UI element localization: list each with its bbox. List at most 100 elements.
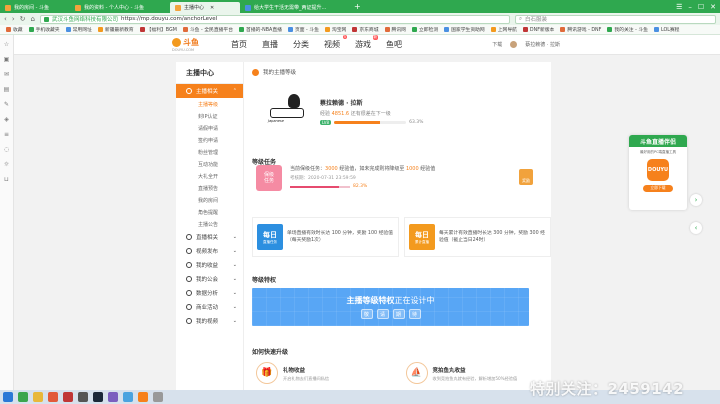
browser-icon[interactable] [18,392,28,402]
download-button[interactable]: 下载 [492,41,502,48]
list-icon[interactable]: ≡ [3,131,10,138]
new-tab-icon[interactable]: + [350,2,365,11]
reward-icon[interactable]: 奖励 [519,169,533,185]
bookmark-label: 首播的-NBA直播 [246,28,282,33]
bookmark-item[interactable]: LOL赛程 [653,26,679,33]
note-icon[interactable]: ✎ [3,101,10,108]
steam-icon[interactable] [93,392,103,402]
bookmark-item[interactable]: DNF新版本 [522,26,554,33]
sidebar-group[interactable]: 我的收益 ⌄ [176,258,243,272]
game-icon[interactable]: ◈ [3,116,10,123]
nav-category[interactable]: 分类 [293,39,309,50]
folder-icon[interactable] [33,392,43,402]
bookmark-item[interactable]: 腾讯网 [384,26,406,33]
scroll-down-icon[interactable]: ‹ [690,222,702,234]
nav-video[interactable]: 视频 5 [324,35,347,50]
video-player-icon[interactable] [78,392,88,402]
bookmark-item[interactable]: 立即检测 [411,26,438,33]
sidebar-item[interactable]: 我的房间 [176,194,243,206]
sidebar-item[interactable]: 请假申请 [176,122,243,134]
level-progress-row: LV8 63.3% [320,119,423,125]
bookmark-label: 上网导航 [497,28,517,33]
douyu-logo[interactable]: 斗鱼 DOUYU.COM [172,37,208,53]
browser-search-input[interactable]: ⌕ 白石服装 [514,14,716,24]
bookmark-item[interactable]: 页面 - 斗鱼 [287,26,319,33]
companion-app-ad[interactable]: 斗鱼直播伴侣 最好用的PC端直播工具 DOUYU 立即下载 [629,135,687,210]
book-icon[interactable]: ▤ [3,86,10,93]
sidebar-item[interactable]: 签约申请 [176,134,243,146]
maximize-icon[interactable]: ☐ [698,3,704,11]
upgrade-method: ⛵ 竞拍鱼丸收益 收到竞拍鱼丸就有经验，解析增加50%经验值 [402,358,552,388]
bookmarks-bar: 收藏 手机收藏夹 常用网址 新疆最新教育 【福利】BGM 斗鱼 - 全民直播平台 首播的-N… [0,25,720,35]
sidebar-group[interactable]: 商业活动 ⌄ [176,300,243,314]
sidebar-group[interactable]: 我的公会 ⌄ [176,272,243,286]
sidebar-item[interactable]: 主播公告 [176,218,243,230]
app-icon[interactable] [48,392,58,402]
windows-start-icon[interactable] [3,392,13,402]
tool-icon[interactable] [153,392,163,402]
sidebar-item[interactable]: 粉丝管理 [176,146,243,158]
sidebar-item[interactable]: 主播等级 [176,98,243,110]
star-icon[interactable]: ☆ [3,41,10,48]
music-icon[interactable] [63,392,73,402]
nav-home[interactable]: 首页 [231,39,247,50]
bookmark-item[interactable]: 手机收藏夹 [28,26,60,33]
avatar[interactable] [510,41,518,48]
douyu-favicon-icon [5,4,11,11]
sidebar-group[interactable]: 直播相关 ⌄ [176,230,243,244]
user-name[interactable]: 蔡拉赖德 · 拉斯 [525,41,560,48]
close-window-icon[interactable]: ✕ [710,3,716,11]
download-app-button[interactable]: 立即下载 [643,184,673,192]
bookmark-item[interactable]: 淘宝网 [324,26,346,33]
browser-tab-3[interactable]: 主播中心 ✕ [170,2,240,13]
bookmark-label: 收藏 [13,28,23,33]
sidebar-item[interactable]: 大礼全开 [176,170,243,182]
bookmark-item[interactable]: 斗鱼 - 全民直播平台 [182,26,233,33]
bookmark-item[interactable]: 我的关注 - 斗鱼 [607,26,648,33]
browser-tab-4[interactable]: 给大学生干活无需带_两证提升... [240,2,350,13]
chat-icon[interactable]: ◌ [3,146,10,153]
browser-tab-2[interactable]: 我的资料 - 个人中心 - 斗鱼 [70,2,170,13]
video-icon[interactable]: ▣ [3,56,10,63]
cart-icon[interactable]: ⊔ [3,176,10,183]
nav-yuba[interactable]: 鱼吧 [386,39,402,50]
daily-task-card: 每日 累计直播 每天累计有效直播时长达 300 分钟，奖励 300 经验值（截止当日… [404,217,551,257]
game-icon[interactable] [108,392,118,402]
bookmark-item[interactable]: 【福利】BGM [139,26,177,33]
back-icon[interactable]: ‹ [4,15,7,23]
daily-tasks: 每日 直播任务 单场直播有效时长达 100 分钟，奖励 100 经验值（每天奖励1次… [252,217,551,257]
nav-live[interactable]: 直播 [262,39,278,50]
url-field[interactable]: 武汉斗鱼网络科技有限公司 https://mp.douyu.com/anchor… [39,14,510,24]
sidebar-group[interactable]: 视频发布 ⌄ [176,244,243,258]
bookmark-item[interactable]: 收藏 [6,26,23,33]
browser-tab-1[interactable]: 我的房间 - 斗鱼 [0,2,70,13]
home-icon[interactable]: ⌂ [31,15,35,23]
sidebar-item[interactable]: 互动功能 [176,158,243,170]
sidebar-item[interactable]: 角色提醒 [176,206,243,218]
refresh-icon[interactable]: ↻ [20,15,26,23]
minimize-icon[interactable]: – [688,3,692,11]
bookmark-item[interactable]: 首播的-NBA直播 [239,26,282,33]
bookmark-item[interactable]: 国家学生资助网 [444,26,485,33]
close-tab-icon[interactable]: ✕ [210,5,214,11]
forward-icon[interactable]: › [12,15,15,23]
sidebar-group[interactable]: 我的视频 ⌄ [176,314,243,328]
bookmark-item[interactable]: 上网导航 [490,26,517,33]
menu-icon[interactable]: ☰ [676,3,682,11]
scroll-up-icon[interactable]: › [690,194,702,206]
bookmark-item[interactable]: 京东商城 [352,26,379,33]
sidebar-item[interactable]: 直播预告 [176,182,243,194]
sidebar-item[interactable]: 封IP认证 [176,110,243,122]
nav-label: 首页 [231,40,247,49]
nav-game[interactable]: 游戏新 [355,35,378,50]
douyu-app-icon[interactable] [138,392,148,402]
bookmark-item[interactable]: 新疆最新教育 [97,26,134,33]
bookmark-item[interactable]: 常用网址 [65,26,92,33]
chat-app-icon[interactable] [123,392,133,402]
bookmark-item[interactable]: 腾讯游戏 - DNF [560,26,601,33]
weather-icon[interactable]: ☼ [3,161,10,168]
sidebar-group[interactable]: 数据分析 ⌄ [176,286,243,300]
mail-icon[interactable]: ✉ [3,71,10,78]
chevron-down-icon: ⌄ [232,290,237,296]
sidebar-group[interactable]: 主播相关 ⌃ [176,84,243,98]
